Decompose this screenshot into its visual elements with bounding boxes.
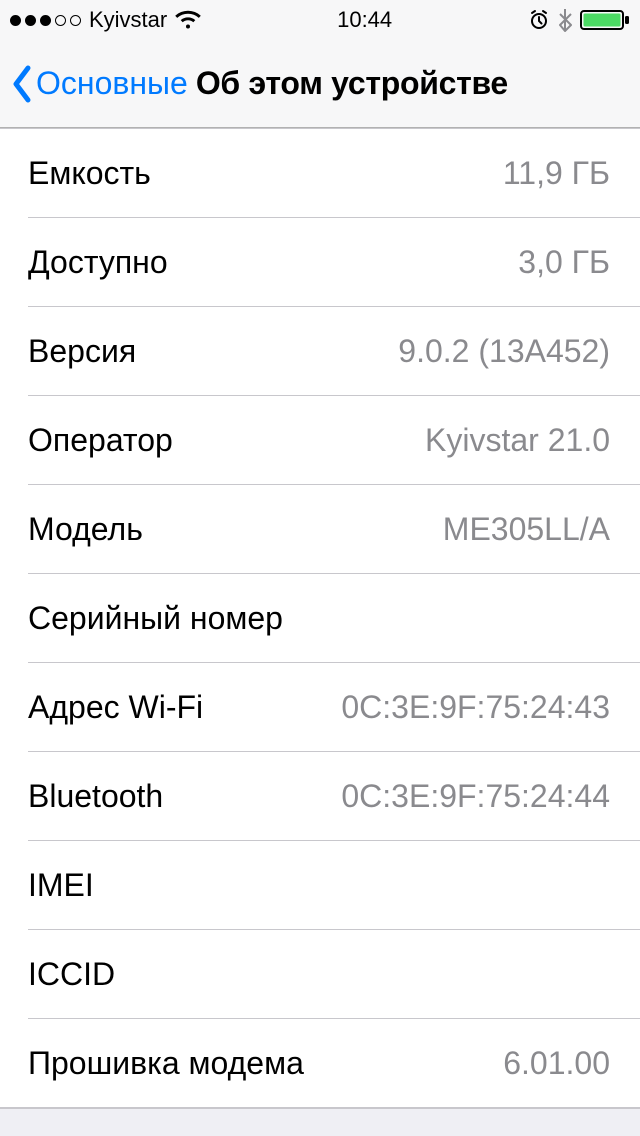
row-carrier[interactable]: Оператор Kyivstar 21.0 (0, 396, 640, 485)
status-right (528, 8, 630, 32)
row-label: Bluetooth (28, 778, 163, 815)
page-title: Об этом устройстве (196, 65, 508, 102)
row-version[interactable]: Версия 9.0.2 (13A452) (0, 307, 640, 396)
row-modem-firmware[interactable]: Прошивка модема 6.01.00 (0, 1019, 640, 1108)
row-label: Серийный номер (28, 600, 283, 637)
row-value: 0C:3E:9F:75:24:44 (341, 778, 610, 815)
signal-strength-icon (10, 15, 81, 26)
carrier-label: Kyivstar (89, 7, 167, 33)
row-bluetooth[interactable]: Bluetooth 0C:3E:9F:75:24:44 (0, 752, 640, 841)
row-capacity[interactable]: Емкость 11,9 ГБ (0, 129, 640, 218)
row-label: Прошивка модема (28, 1045, 304, 1082)
row-available[interactable]: Доступно 3,0 ГБ (0, 218, 640, 307)
row-label: Емкость (28, 155, 151, 192)
row-imei[interactable]: IMEI (0, 841, 640, 930)
row-label: ICCID (28, 956, 115, 993)
row-value: 9.0.2 (13A452) (398, 333, 610, 370)
status-left: Kyivstar (10, 7, 201, 33)
back-label: Основные (36, 65, 188, 102)
row-iccid[interactable]: ICCID (0, 930, 640, 1019)
chevron-left-icon (10, 64, 34, 104)
row-label: Модель (28, 511, 143, 548)
navigation-bar: Основные Об этом устройстве (0, 40, 640, 128)
row-label: Оператор (28, 422, 173, 459)
row-value: ME305LL/A (443, 511, 610, 548)
status-bar: Kyivstar 10:44 (0, 0, 640, 40)
row-label: Доступно (28, 244, 168, 281)
row-model[interactable]: Модель ME305LL/A (0, 485, 640, 574)
row-value: 11,9 ГБ (503, 155, 610, 192)
back-button[interactable]: Основные (10, 64, 188, 104)
wifi-icon (175, 10, 201, 30)
status-time: 10:44 (337, 7, 392, 33)
row-value: Kyivstar 21.0 (425, 422, 610, 459)
bluetooth-icon (558, 8, 572, 32)
row-label: Адрес Wi-Fi (28, 689, 203, 726)
row-wifi-address[interactable]: Адрес Wi-Fi 0C:3E:9F:75:24:43 (0, 663, 640, 752)
row-serial[interactable]: Серийный номер (0, 574, 640, 663)
about-table: Емкость 11,9 ГБ Доступно 3,0 ГБ Версия 9… (0, 128, 640, 1108)
row-value: 3,0 ГБ (518, 244, 610, 281)
battery-icon (580, 9, 630, 31)
row-value: 6.01.00 (503, 1045, 610, 1082)
row-label: IMEI (28, 867, 94, 904)
alarm-icon (528, 9, 550, 31)
row-label: Версия (28, 333, 136, 370)
row-value: 0C:3E:9F:75:24:43 (341, 689, 610, 726)
footer-gap (0, 1108, 640, 1136)
